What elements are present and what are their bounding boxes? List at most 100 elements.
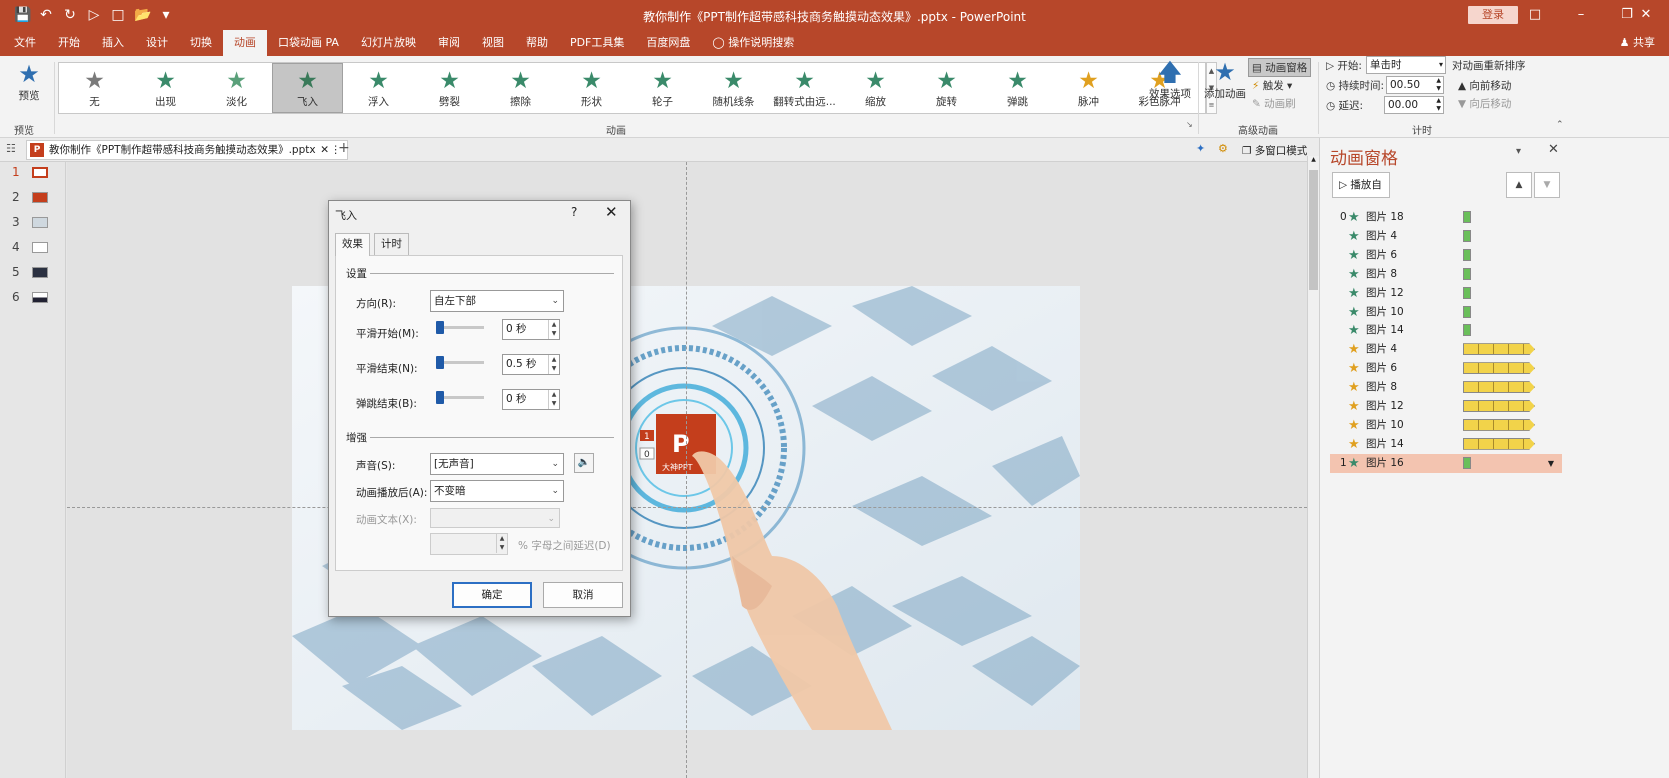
bounce-end-slider[interactable] [436, 391, 484, 404]
effect-item[interactable]: ★ 飞入 [272, 63, 343, 113]
share-button[interactable]: ♟ 共享 [1620, 34, 1655, 50]
scroll-thumb[interactable] [1309, 170, 1318, 290]
tab-transitions[interactable]: 切换 [179, 30, 223, 56]
bounce-end-spinner[interactable]: 0 秒 ▲ ▼ [502, 389, 560, 410]
effect-item[interactable]: ★ 翻转式由远... [769, 63, 840, 113]
tab-home[interactable]: 开始 [47, 30, 91, 56]
tell-me-search[interactable]: ◯ 操作说明搜索 [701, 30, 805, 56]
effect-item[interactable]: ★ 淡化 [201, 63, 272, 113]
slide-thumbnail[interactable]: 2 [8, 189, 56, 207]
effect-item[interactable]: ★ 擦除 [485, 63, 556, 113]
animation-item[interactable]: ★ 图片 10 [1330, 303, 1562, 322]
effect-item[interactable]: ★ 旋转 [911, 63, 982, 113]
ok-button[interactable]: 确定 [452, 582, 532, 608]
close-window-icon[interactable]: ✕ [1623, 0, 1669, 30]
spinner-icon[interactable]: ▲ ▼ [548, 320, 559, 339]
tab-effect[interactable]: 效果 [335, 233, 370, 256]
animation-item[interactable]: ★ 图片 10 [1330, 416, 1562, 435]
customize-icon[interactable]: ▾ [158, 7, 174, 23]
animation-item[interactable]: ★ 图片 6 [1330, 359, 1562, 378]
letter-delay-spinner[interactable]: ▲ ▼ [430, 533, 508, 555]
canvas-scrollbar[interactable]: ▲ [1307, 156, 1319, 778]
tab-animations[interactable]: 动画 [223, 30, 267, 56]
animation-item[interactable]: 0 ★ 图片 18 [1330, 208, 1562, 227]
slide-thumbnail[interactable]: 3 [8, 214, 56, 232]
new-tab-icon[interactable]: + [338, 140, 350, 156]
slider-knob[interactable] [436, 391, 444, 404]
scroll-up-icon[interactable]: ▲ [1308, 156, 1319, 163]
tab-timing[interactable]: 计时 [374, 233, 409, 255]
smooth-start-slider[interactable] [436, 321, 484, 334]
save-icon[interactable]: 💾 [14, 7, 31, 23]
effect-options-button[interactable]: 🡅 效果选项 [1146, 58, 1194, 101]
animation-pane-button[interactable]: ▤ 动画窗格 [1248, 58, 1312, 77]
preview-button[interactable]: ★ 预览 [6, 60, 52, 103]
multi-window-button[interactable]: ❐ 多窗口模式 [1242, 143, 1307, 158]
tab-pocket-animation[interactable]: 口袋动画 PA [267, 30, 350, 56]
animation-item[interactable]: 1 ★ 图片 16 ▼ [1330, 453, 1562, 473]
tab-insert[interactable]: 插入 [91, 30, 135, 56]
trigger-button[interactable]: ⚡ 触发 ▾ [1252, 78, 1292, 93]
login-button[interactable]: 登录 [1468, 6, 1518, 24]
spinner-icon[interactable]: ▲ ▼ [1436, 77, 1441, 93]
tab-review[interactable]: 审阅 [427, 30, 471, 56]
spinner-icon[interactable]: ▲ ▼ [548, 390, 559, 409]
tab-help[interactable]: 帮助 [515, 30, 559, 56]
add-animation-button[interactable]: ★ 添加动画 [1202, 58, 1248, 101]
slider-knob[interactable] [436, 356, 444, 369]
spinner-icon[interactable]: ▲ ▼ [1436, 97, 1441, 113]
animation-item[interactable]: ★ 图片 4 [1330, 227, 1562, 246]
effect-item[interactable]: ★ 形状 [556, 63, 627, 113]
effect-item[interactable]: ★ 随机线条 [698, 63, 769, 113]
tab-design[interactable]: 设计 [135, 30, 179, 56]
cancel-button[interactable]: 取消 [543, 582, 623, 608]
move-down-button[interactable]: ▼ [1534, 172, 1560, 198]
tab-pdf-tools[interactable]: PDF工具集 [559, 30, 635, 56]
animation-item[interactable]: ★ 图片 6 [1330, 246, 1562, 265]
animation-painter-button[interactable]: ✎ 动画刷 [1252, 96, 1296, 111]
slide-thumbnail[interactable]: 5 [8, 264, 56, 282]
effect-item[interactable]: ★ 弹跳 [982, 63, 1053, 113]
direction-select[interactable]: 自左下部 ⌄ [430, 290, 564, 312]
present-icon[interactable]: ▷ [86, 7, 102, 23]
animation-item[interactable]: ★ 图片 4 [1330, 340, 1562, 359]
effect-item[interactable]: ★ 缩放 [840, 63, 911, 113]
collapse-ribbon-icon[interactable]: ⌃ [1556, 120, 1564, 130]
magic-icon[interactable]: ✦ [1196, 142, 1205, 155]
spinner-icon[interactable]: ▲ ▼ [496, 534, 507, 553]
speaker-icon[interactable]: 🔈 [574, 453, 594, 473]
start-select[interactable]: 单击时 ▾ [1366, 56, 1446, 74]
animation-item[interactable]: ★ 图片 12 [1330, 284, 1562, 303]
tab-file[interactable]: 文件 [3, 30, 47, 56]
item-dropdown-icon[interactable]: ▼ [1548, 454, 1554, 473]
slide-thumbnail[interactable]: 4 [8, 239, 56, 257]
slider-knob[interactable] [436, 321, 444, 334]
animation-item[interactable]: ★ 图片 12 [1330, 397, 1562, 416]
effect-item[interactable]: ★ 脉冲 [1053, 63, 1124, 113]
dialog-launcher-icon[interactable]: ↘ [1186, 120, 1193, 129]
close-tab-icon[interactable]: ✕ [320, 141, 329, 159]
animation-item[interactable]: ★ 图片 14 [1330, 321, 1562, 340]
redo-icon[interactable]: ↻ [62, 7, 78, 23]
gear-icon[interactable]: ⚙ [1218, 142, 1228, 155]
help-icon[interactable]: ? [571, 205, 577, 219]
delay-input[interactable]: 00.00 ▲ ▼ [1384, 96, 1444, 114]
spinner-icon[interactable]: ▲ ▼ [548, 355, 559, 374]
animation-item[interactable]: ★ 图片 8 [1330, 265, 1562, 284]
effect-item[interactable]: ★ 轮子 [627, 63, 698, 113]
smooth-start-spinner[interactable]: 0 秒 ▲ ▼ [502, 319, 560, 340]
after-animation-select[interactable]: 不变暗 ⌄ [430, 480, 564, 502]
effect-item[interactable]: ★ 浮入 [343, 63, 414, 113]
move-up-button[interactable]: ▲ [1506, 172, 1532, 198]
tab-view[interactable]: 视图 [471, 30, 515, 56]
effect-item[interactable]: ★ 劈裂 [414, 63, 485, 113]
slide-thumbnail[interactable]: 6 [8, 289, 56, 307]
undo-icon[interactable]: ↶ [38, 7, 54, 23]
effect-item[interactable]: ★ 出现 [130, 63, 201, 113]
new-icon[interactable]: □ [110, 7, 126, 23]
animate-text-select[interactable]: ⌄ [430, 508, 560, 528]
ribbon-display-icon[interactable]: □ [1512, 0, 1558, 30]
effect-item[interactable]: ★ 无 [59, 63, 130, 113]
sound-select[interactable]: [无声音] ⌄ [430, 453, 564, 475]
close-icon[interactable]: ✕ [605, 203, 618, 221]
